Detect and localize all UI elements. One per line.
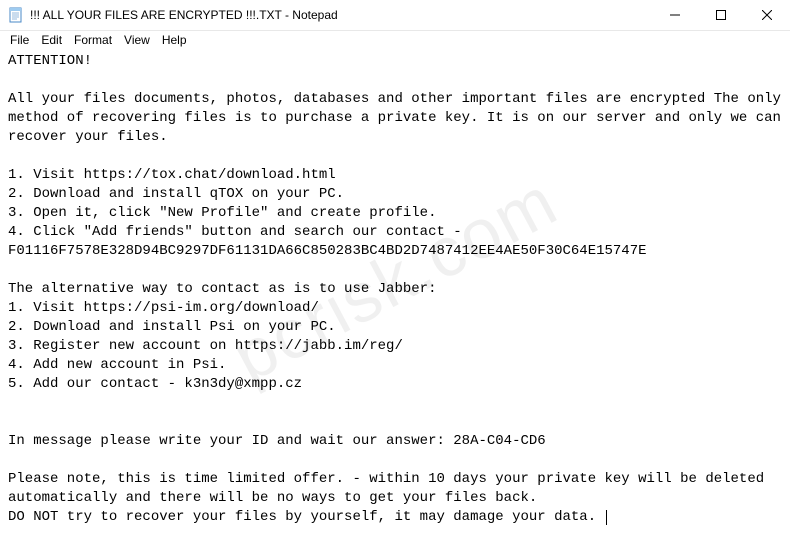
minimize-button[interactable] <box>652 0 698 30</box>
notepad-icon <box>8 7 24 23</box>
menu-view[interactable]: View <box>118 32 156 49</box>
menu-edit[interactable]: Edit <box>35 32 68 49</box>
menubar: File Edit Format View Help <box>0 31 790 50</box>
close-button[interactable] <box>744 0 790 30</box>
menu-help[interactable]: Help <box>156 32 193 49</box>
maximize-button[interactable] <box>698 0 744 30</box>
editor-area[interactable]: ATTENTION! All your files documents, pho… <box>0 50 790 529</box>
titlebar[interactable]: !!! ALL YOUR FILES ARE ENCRYPTED !!!.TXT… <box>0 0 790 31</box>
window-controls <box>652 0 790 30</box>
menu-format[interactable]: Format <box>68 32 118 49</box>
window-title: !!! ALL YOUR FILES ARE ENCRYPTED !!!.TXT… <box>30 8 652 22</box>
menu-file[interactable]: File <box>4 32 35 49</box>
